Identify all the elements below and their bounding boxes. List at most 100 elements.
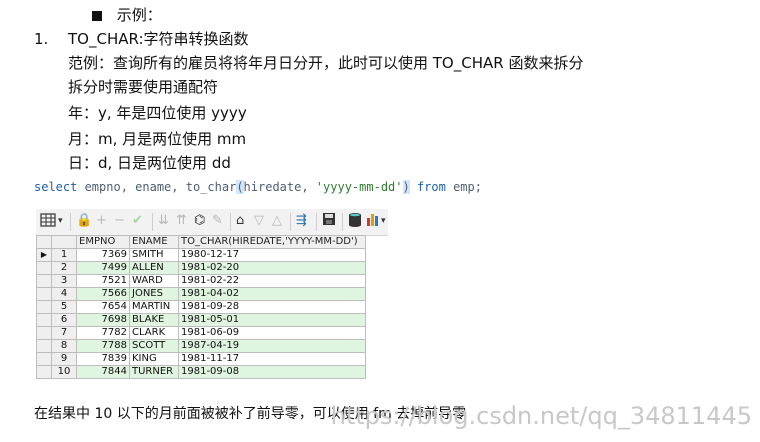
arrow-down-icon[interactable]: ▽ [254,212,264,230]
day-format-line: 日：d, 日是两位使用 dd [68,154,231,172]
toolbar-divider [316,213,317,231]
row-number: 2 [51,261,77,275]
table-row[interactable]: 5 7654 MARTIN 1981-09-28 [36,300,366,314]
add-icon[interactable]: + [96,212,107,230]
result-toolbar: ▾ 🔒 + − ✔ ⇊ ⇈ ⌬ ✎ ⌂ ▽ △ ⇶ ▾ [36,209,388,236]
cell-hiredate[interactable]: 1981-06-09 [178,326,366,340]
database-icon[interactable] [348,212,362,234]
toolbar-divider [342,213,343,231]
table-row[interactable]: 2 7499 ALLEN 1981-02-20 [36,261,366,275]
cell-hiredate[interactable]: 1987-04-19 [178,339,366,353]
row-number: 6 [51,313,77,327]
grid-icon[interactable] [40,212,56,234]
toolbar-divider [70,213,71,231]
table-row[interactable]: 9 7839 KING 1981-11-17 [36,352,366,366]
row-number: 3 [51,274,77,288]
cell-empno[interactable]: 7698 [76,313,130,327]
row-number: 4 [51,287,77,301]
column-header-to-char[interactable]: TO_CHAR(HIREDATE,'YYYY-MM-DD') [178,235,366,249]
row-number: 10 [51,365,77,379]
example-heading: 示例： [92,6,162,24]
cell-empno[interactable]: 7521 [76,274,130,288]
column-header-ename[interactable]: ENAME [129,235,179,249]
grid-header-row: EMPNO ENAME TO_CHAR(HIREDATE,'YYYY-MM-DD… [36,235,366,249]
cell-hiredate[interactable]: 1981-09-08 [178,365,366,379]
cell-hiredate[interactable]: 1981-11-17 [178,352,366,366]
sql-format-string: 'yyyy-mm-dd' [315,180,403,194]
cell-empno[interactable]: 7499 [76,261,130,275]
cell-hiredate[interactable]: 1981-02-22 [178,274,366,288]
row-number: 5 [51,300,77,314]
sql-open-paren: ( [236,180,244,194]
cell-hiredate[interactable]: 1981-05-01 [178,313,366,327]
cell-ename[interactable]: CLARK [129,326,179,340]
description-line-1: 范例：查询所有的雇员将将年月日分开，此时可以使用 TO_CHAR 函数来拆分 [68,54,584,72]
table-row[interactable]: 6 7698 BLAKE 1981-05-01 [36,313,366,327]
cell-hiredate[interactable]: 1981-09-28 [178,300,366,314]
binoculars-icon[interactable]: ⌬ [194,212,205,230]
table-row[interactable]: ▶ 1 7369 SMITH 1980-12-17 [36,248,366,262]
save-icon[interactable] [322,212,336,232]
sql-close-paren: ) [402,180,410,194]
cell-ename[interactable]: MARTIN [129,300,179,314]
check-icon[interactable]: ✔ [132,212,143,230]
link-icon[interactable]: ⇶ [296,212,307,230]
filter-up-icon[interactable]: ⇈ [176,212,187,230]
lock-icon[interactable]: 🔒 [76,212,92,230]
watermark: https://blog.csdn.net/qq_34811445 [330,402,752,430]
year-format-line: 年：y, 年是四位使用 yyyy [68,104,247,122]
item-title: TO_CHAR:字符串转换函数 [68,30,249,48]
cell-ename[interactable]: WARD [129,274,179,288]
sql-columns: empno, ename, to_char [77,180,237,194]
sql-keyword-from: from [409,180,446,194]
chevron-down-icon[interactable]: ▾ [58,212,63,230]
grid-corner [36,235,52,249]
example-label: 示例： [116,6,162,24]
grid-rownum-header [51,235,77,249]
item-number: 1. [34,30,49,48]
toolbar-divider [230,213,231,231]
arrow-up-icon[interactable]: △ [272,212,282,230]
cell-empno[interactable]: 7788 [76,339,130,353]
cell-empno[interactable]: 7369 [76,248,130,262]
cell-empno[interactable]: 7782 [76,326,130,340]
cell-empno[interactable]: 7839 [76,352,130,366]
chevron-down-icon[interactable]: ▾ [381,212,386,230]
eraser-icon[interactable]: ✎ [212,212,223,230]
sql-table: emp; [445,180,482,194]
cell-ename[interactable]: KING [129,352,179,366]
navigate-icon[interactable]: ⌂ [236,212,244,230]
cell-ename[interactable]: SMITH [129,248,179,262]
column-header-empno[interactable]: EMPNO [76,235,130,249]
filter-down-icon[interactable]: ⇊ [158,212,169,230]
table-row[interactable]: 8 7788 SCOTT 1987-04-19 [36,339,366,353]
row-number: 8 [51,339,77,353]
table-row[interactable]: 4 7566 JONES 1981-04-02 [36,287,366,301]
remove-icon[interactable]: − [114,212,125,230]
sql-statement: select empno, ename, to_char(hiredate, '… [34,180,482,194]
month-format-line: 月：m, 月是两位使用 mm [68,130,247,148]
cell-empno[interactable]: 7844 [76,365,130,379]
row-number: 1 [51,248,77,262]
cell-ename[interactable]: ALLEN [129,261,179,275]
cell-ename[interactable]: SCOTT [129,339,179,353]
toolbar-divider [152,213,153,231]
cell-empno[interactable]: 7654 [76,300,130,314]
cell-hiredate[interactable]: 1981-02-20 [178,261,366,275]
cell-hiredate[interactable]: 1981-04-02 [178,287,366,301]
table-row[interactable]: 10 7844 TURNER 1981-09-08 [36,365,366,379]
row-number: 7 [51,326,77,340]
chart-icon[interactable] [366,212,380,232]
sql-argument: hiredate, [243,180,316,194]
toolbar-divider [290,213,291,231]
cell-hiredate[interactable]: 1980-12-17 [178,248,366,262]
cell-ename[interactable]: BLAKE [129,313,179,327]
cell-ename[interactable]: JONES [129,287,179,301]
table-row[interactable]: 7 7782 CLARK 1981-06-09 [36,326,366,340]
table-row[interactable]: 3 7521 WARD 1981-02-22 [36,274,366,288]
cell-empno[interactable]: 7566 [76,287,130,301]
result-grid: EMPNO ENAME TO_CHAR(HIREDATE,'YYYY-MM-DD… [36,235,366,379]
description-line-2: 拆分时需要使用通配符 [68,78,219,96]
sql-keyword-select: select [34,180,78,194]
cell-ename[interactable]: TURNER [129,365,179,379]
